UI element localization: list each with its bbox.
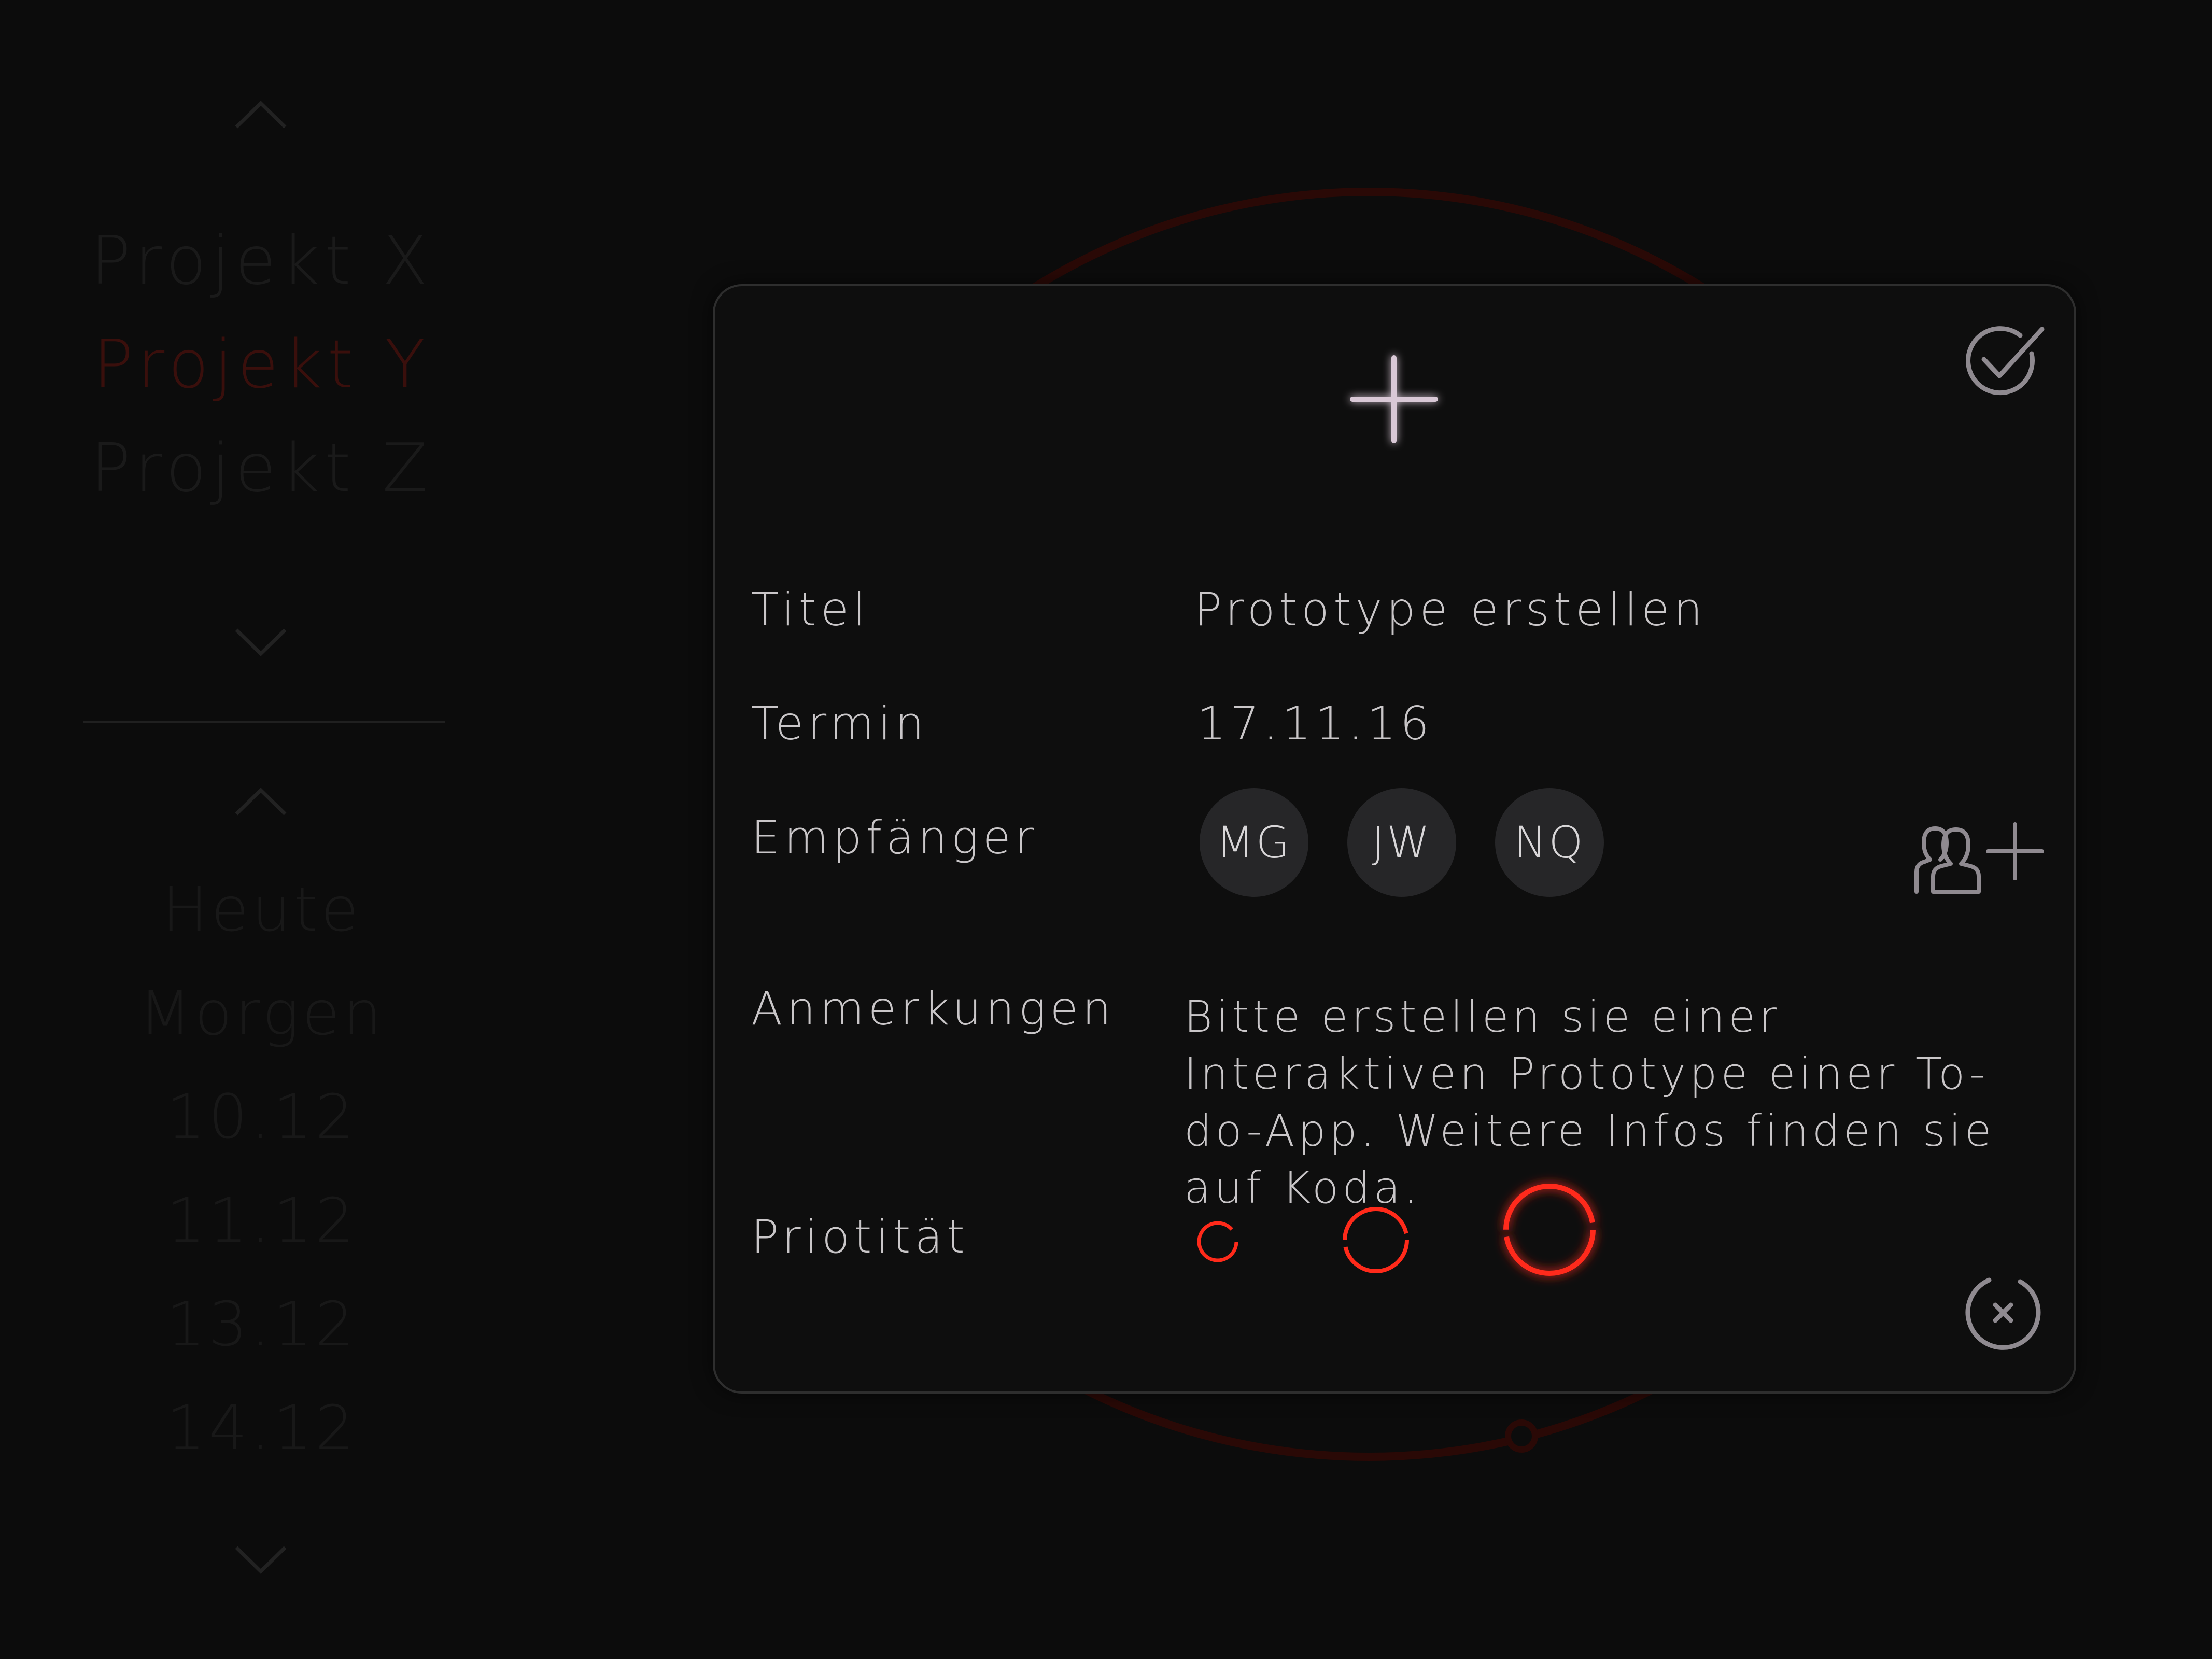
- confirm-button[interactable]: [1959, 315, 2052, 408]
- chevron-up-icon: [235, 788, 287, 816]
- plus-icon: [1350, 355, 1438, 443]
- chevron-down-icon: [235, 1546, 287, 1574]
- priority-low-option[interactable]: [1189, 1213, 1246, 1270]
- project-item-x[interactable]: Projekt X: [83, 228, 441, 294]
- check-circle-icon: [1966, 326, 2045, 396]
- chevron-down-icon: [235, 628, 287, 656]
- close-circle-icon: [1965, 1277, 2041, 1350]
- date-item-10-12[interactable]: 10.12: [83, 1086, 441, 1147]
- projects-scroll-down-button[interactable]: [232, 625, 289, 661]
- add-recipient-button[interactable]: [1912, 820, 2047, 898]
- title-label: Titel: [751, 583, 870, 636]
- project-item-z[interactable]: Projekt Z: [83, 435, 441, 502]
- dates-scroll-down-button[interactable]: [232, 1542, 289, 1579]
- projects-scroll-up-button[interactable]: [232, 96, 289, 132]
- date-item-13-12[interactable]: 13.12: [83, 1294, 441, 1355]
- notes-label: Anmerkungen: [751, 982, 1116, 1035]
- date-item-morgen[interactable]: Morgen: [83, 982, 441, 1044]
- chevron-up-icon: [235, 101, 287, 129]
- date-label: Termin: [751, 697, 928, 750]
- recipient-avatar-mg[interactable]: MG: [1200, 788, 1308, 897]
- project-item-y[interactable]: Projekt Y: [83, 332, 441, 398]
- recipient-avatar-nq[interactable]: NQ: [1495, 788, 1604, 897]
- dates-scroll-up-button[interactable]: [232, 783, 289, 819]
- date-item-14-12[interactable]: 14.12: [83, 1397, 441, 1458]
- priority-label: Priotität: [751, 1210, 969, 1263]
- priority-high-ring-icon: [1503, 1184, 1596, 1276]
- sidebar-divider: [83, 721, 445, 723]
- title-value[interactable]: Prototype erstellen: [1194, 587, 1707, 632]
- recipient-avatar-jw[interactable]: JW: [1347, 788, 1456, 897]
- add-user-icon: [1914, 822, 2044, 894]
- cancel-button[interactable]: [1959, 1269, 2047, 1357]
- new-task-dialog: Titel Prototype erstellen Termin 17.11.1…: [713, 284, 2076, 1394]
- priority-medium-ring-icon: [1343, 1207, 1409, 1273]
- date-value[interactable]: 17.11.16: [1197, 701, 1433, 747]
- priority-low-ring-icon: [1197, 1221, 1238, 1262]
- priority-high-option[interactable]: [1490, 1170, 1609, 1289]
- notes-value[interactable]: Bitte erstellen sie einer Interaktiven P…: [1184, 988, 2055, 1216]
- priority-medium-option[interactable]: [1332, 1196, 1420, 1284]
- add-task-button[interactable]: [1342, 347, 1446, 451]
- date-item-11-12[interactable]: 11.12: [83, 1190, 441, 1251]
- recipients-label: Empfänger: [751, 811, 1038, 864]
- date-item-heute[interactable]: Heute: [83, 879, 441, 940]
